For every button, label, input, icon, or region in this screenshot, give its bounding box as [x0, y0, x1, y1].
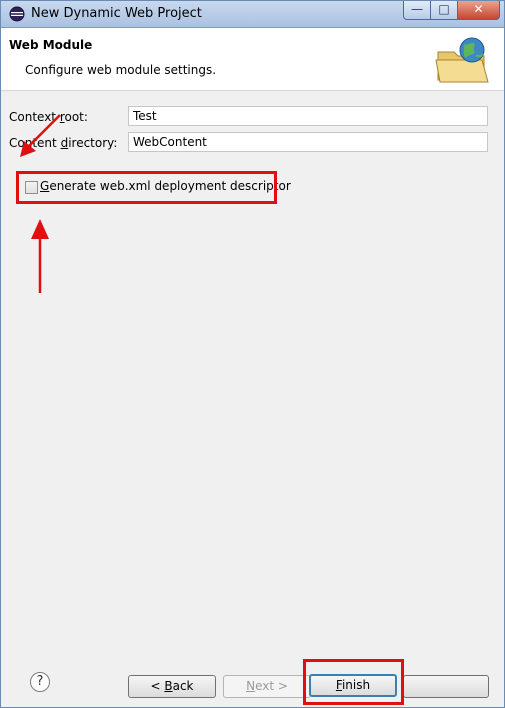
back-button[interactable]: < Back	[128, 675, 216, 698]
maximize-icon: □	[438, 2, 450, 16]
next-label: ext >	[255, 679, 288, 693]
highlight-box-checkbox	[16, 171, 277, 204]
close-button[interactable]: ✕	[457, 1, 500, 20]
help-icon[interactable]: ?	[30, 672, 50, 692]
next-button[interactable]: Next >	[223, 675, 311, 698]
cancel-button[interactable]	[403, 675, 489, 698]
content-directory-label-rest: irectory:	[68, 136, 118, 150]
web-folder-globe-icon	[435, 37, 489, 83]
page-description: Configure web module settings.	[25, 63, 217, 77]
dialog-window: New Dynamic Web Project — □ ✕ Web Module…	[0, 0, 505, 708]
content-directory-input[interactable]: WebContent	[128, 132, 488, 152]
annotation-arrow-up	[31, 219, 49, 293]
back-prefix: <	[150, 679, 165, 693]
window-title: New Dynamic Web Project	[31, 6, 202, 21]
close-icon: ✕	[473, 2, 484, 16]
back-label: ack	[172, 679, 194, 693]
eclipse-icon	[9, 6, 25, 22]
minimize-button[interactable]: —	[403, 1, 431, 20]
minimize-icon: —	[411, 2, 423, 16]
button-bar: ? < Back Next > Finish	[1, 655, 504, 707]
next-mnemonic: N	[246, 679, 256, 693]
context-root-input[interactable]: Test	[128, 106, 488, 126]
back-mnemonic: B	[164, 679, 173, 693]
maximize-button[interactable]: □	[430, 1, 458, 20]
title-bar[interactable]: New Dynamic Web Project — □ ✕	[1, 1, 504, 28]
highlight-box-finish	[303, 659, 404, 705]
form-area: Context root: Test Content directory: We…	[1, 91, 504, 655]
annotation-arrow-diagonal	[20, 114, 61, 157]
context-root-label-rest: oot:	[64, 110, 88, 124]
page-title: Web Module	[9, 38, 93, 52]
wizard-banner: Web Module Configure web module settings…	[1, 28, 504, 91]
